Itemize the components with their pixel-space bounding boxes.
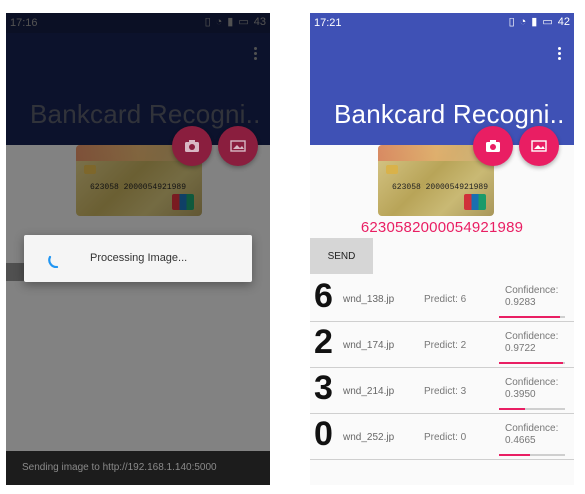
result-row: 0 wnd_252.jp Predict: 0 Confidence: 0.4665 [310, 414, 574, 460]
file-name: wnd_252.jp [343, 432, 395, 443]
image-icon [230, 140, 246, 152]
progress-message: Processing Image... [90, 252, 188, 264]
image-icon [531, 140, 547, 152]
confidence-value: 0.4665 [505, 435, 536, 446]
confidence-label: Confidence: [505, 423, 559, 434]
prediction: Predict: 6 [424, 294, 467, 305]
confidence-label: Confidence: [505, 285, 559, 296]
gallery-button[interactable] [519, 126, 559, 166]
camera-icon [185, 140, 199, 152]
confidence-label: Confidence: [505, 377, 559, 388]
phone-screen-processing: 17:16 ▯ ◔ ▮ ▭ 43 Bankcard Recogni.. 6230… [6, 13, 270, 485]
status-bar: 17:21 ▯ ◔ ▮ ▭ 42 [310, 13, 574, 33]
confidence: Confidence: 0.4665 [505, 423, 558, 447]
vibrate-icon: ▯ [508, 16, 515, 28]
confidence-label: Confidence: [505, 331, 559, 342]
confidence-bar-fill [499, 362, 564, 364]
camera-button[interactable] [473, 126, 513, 166]
prediction: Predict: 0 [424, 432, 467, 443]
confidence-bar-fill [499, 408, 526, 410]
file-name: wnd_138.jp [343, 294, 395, 305]
snackbar: Sending image to http://192.168.1.140:50… [6, 451, 270, 485]
digit-image: 2 [314, 323, 333, 361]
digit-image: 0 [314, 415, 333, 453]
confidence: Confidence: 0.9722 [505, 331, 558, 355]
confidence-bar-fill [499, 454, 530, 456]
result-row: 6 wnd_138.jp Predict: 6 Confidence: 0.9283 [310, 276, 574, 322]
progress-dialog: Processing Image... [24, 235, 252, 282]
gallery-button[interactable] [218, 126, 258, 166]
digit-image: 6 [314, 277, 333, 315]
app-title: Bankcard Recogni.. [334, 99, 565, 129]
signal-icon: ▮ [531, 16, 538, 28]
prediction: Predict: 3 [424, 386, 467, 397]
phone-screen-results: 17:21 ▯ ◔ ▮ ▭ 42 Bankcard Recogni.. 6230… [310, 13, 574, 485]
file-name: wnd_214.jp [343, 386, 395, 397]
confidence-bar-fill [499, 316, 561, 318]
confidence-value: 0.3950 [505, 389, 536, 400]
camera-button[interactable] [172, 126, 212, 166]
confidence-bar [499, 316, 565, 318]
result-row: 3 wnd_214.jp Predict: 3 Confidence: 0.3950 [310, 368, 574, 414]
battery-icon: ▭ [542, 16, 553, 28]
confidence-value: 0.9722 [505, 343, 536, 354]
confidence: Confidence: 0.9283 [505, 285, 558, 309]
status-time: 17:21 [314, 17, 342, 29]
prediction: Predict: 2 [424, 340, 467, 351]
confidence-bar [499, 362, 565, 364]
overflow-menu-icon[interactable] [558, 47, 562, 61]
confidence-bar [499, 408, 565, 410]
confidence-bar [499, 454, 565, 456]
unionpay-logo [464, 194, 486, 210]
confidence-value: 0.9283 [505, 297, 536, 308]
send-button[interactable]: SEND [310, 238, 373, 274]
camera-icon [486, 140, 500, 152]
snackbar-text: Sending image to http://192.168.1.140:50… [22, 462, 217, 473]
result-row: 2 wnd_174.jp Predict: 2 Confidence: 0.9722 [310, 322, 574, 368]
card-number-text: 623058 2000054921989 [392, 183, 489, 192]
digit-image: 3 [314, 369, 333, 407]
battery-level: 42 [557, 16, 570, 28]
recognized-number: 6230582000054921989 [360, 219, 524, 236]
loading-spinner-icon [48, 255, 59, 268]
file-name: wnd_174.jp [343, 340, 395, 351]
row-divider [310, 459, 574, 460]
wifi-icon: ◔ [519, 16, 527, 28]
confidence: Confidence: 0.3950 [505, 377, 558, 401]
